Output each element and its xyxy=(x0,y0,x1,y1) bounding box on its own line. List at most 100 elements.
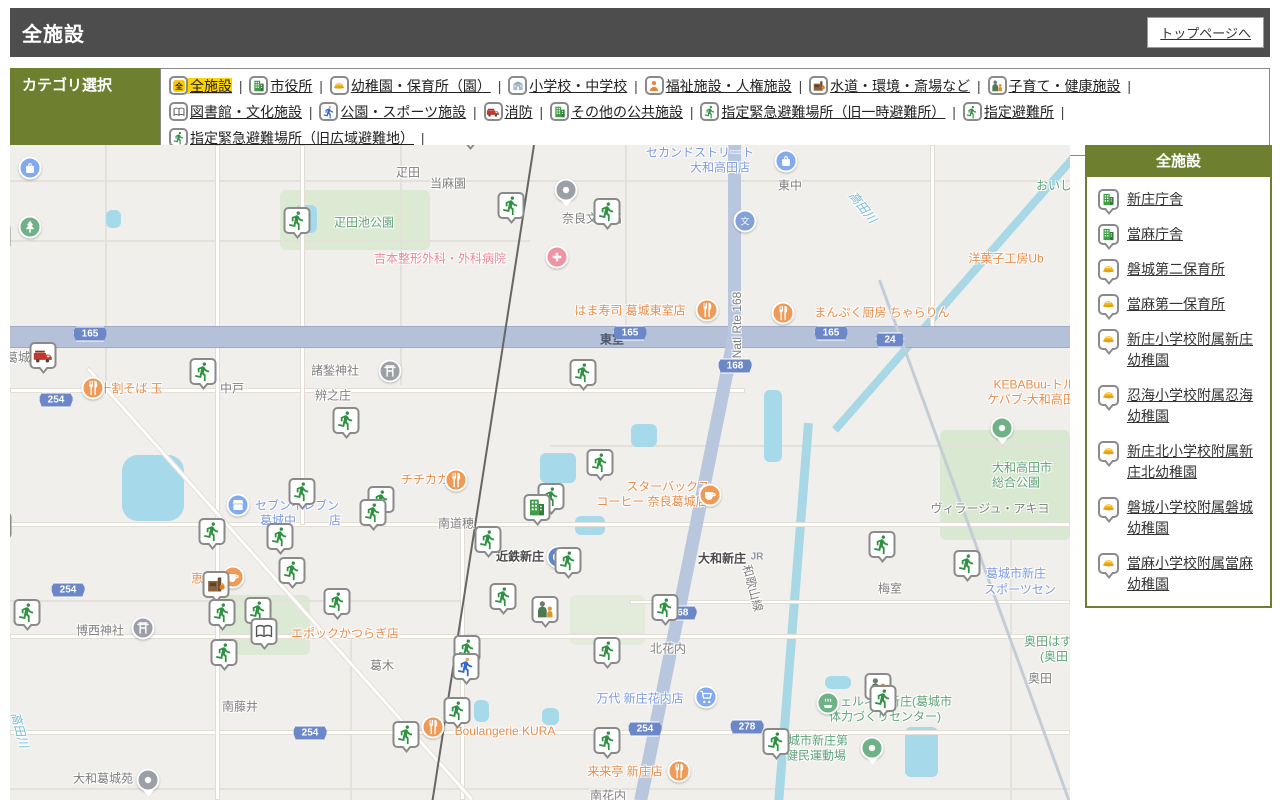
facility-link[interactable]: 磐城第二保育所 xyxy=(1127,261,1225,277)
category-label: 市役所 xyxy=(270,78,312,94)
map-marker-runner[interactable] xyxy=(10,223,11,250)
map-marker-runner[interactable] xyxy=(190,358,217,385)
map-label: はま寿司 葛城東室店 xyxy=(574,302,685,319)
category-separator: | xyxy=(1124,78,1132,94)
map-marker-runner[interactable] xyxy=(555,547,582,574)
map-marker-runner[interactable] xyxy=(267,523,294,550)
map-marker-runner[interactable] xyxy=(869,531,896,558)
map-label: まんぷく厨房 ちゃらりん xyxy=(814,304,949,321)
facility-list-item: 新庄庁舎 xyxy=(1097,189,1262,210)
poi-hospital-icon xyxy=(546,246,569,269)
map-marker-runner[interactable] xyxy=(284,207,311,234)
school-icon xyxy=(508,76,527,95)
category-separator: | xyxy=(469,104,480,120)
route-shield-254: 254 xyxy=(293,726,328,741)
map-marker-runner[interactable] xyxy=(954,550,981,577)
category-label: 指定緊急避難場所（旧広域避難地） xyxy=(190,130,414,146)
map-marker-runner[interactable] xyxy=(14,599,41,626)
map-marker-building[interactable] xyxy=(10,512,12,539)
category-link-building-1[interactable]: 市役所 xyxy=(249,78,312,94)
page-title: 全施設 xyxy=(22,18,85,47)
poi-pin-icon xyxy=(991,417,1014,440)
map-marker-runner[interactable] xyxy=(279,557,306,584)
map-marker-furnace[interactable] xyxy=(203,571,230,598)
facility-link[interactable]: 磐城小学校附属磐城幼稚園 xyxy=(1127,499,1253,536)
map-marker-runner[interactable] xyxy=(490,583,517,610)
poi-pin-icon xyxy=(861,737,884,760)
category-link-family-6[interactable]: 子育て・健康施設 xyxy=(988,78,1121,94)
poi-pin-icon xyxy=(137,769,160,792)
map-label: 諸鍫神社 xyxy=(311,362,359,379)
svg-text:全: 全 xyxy=(174,80,183,90)
category-link-school-3[interactable]: 小学校・中学校 xyxy=(508,78,627,94)
category-separator: | xyxy=(1057,104,1065,120)
map-marker-runner[interactable] xyxy=(199,518,226,545)
facility-link[interactable]: 當麻庁舎 xyxy=(1127,226,1183,242)
map-marker-runner[interactable] xyxy=(209,599,236,626)
facility-link[interactable]: 新庄北小学校附属新庄北幼稚園 xyxy=(1127,443,1253,480)
map-label: 東中 xyxy=(778,177,802,194)
category-link-book-7[interactable]: 図書館・文化施設 xyxy=(169,104,302,120)
category-label: 図書館・文化施設 xyxy=(190,104,302,120)
poi-schooltxt-icon: 文 xyxy=(734,210,757,233)
facility-map[interactable]: セカンドストリート大和高田店疋田当麻園東中おいし高田川奈良文化高疋田池公園吉本整… xyxy=(10,145,1070,800)
category-link-runner-11[interactable]: 指定緊急避難場所（旧一時避難所） xyxy=(700,104,945,120)
category-label: その他の公共施設 xyxy=(571,104,683,120)
category-link-firetruck-9[interactable]: 消防 xyxy=(484,104,533,120)
map-marker-runner[interactable] xyxy=(324,588,351,615)
map-label: 博西神社 xyxy=(76,622,124,639)
facility-link[interactable]: 新庄小学校附属新庄幼稚園 xyxy=(1127,331,1253,368)
map-marker-runner[interactable] xyxy=(570,359,597,386)
map-label: 葛城市新庄 xyxy=(986,565,1046,582)
poi-fork-icon xyxy=(82,377,105,400)
map-marker-runner[interactable] xyxy=(333,407,360,434)
facility-list-item: 忍海小学校附属忍海幼稚園 xyxy=(1097,385,1262,427)
map-label: コーヒー 奈良葛城店 xyxy=(596,493,707,510)
category-link-furnace-5[interactable]: 水道・環境・斎場など xyxy=(809,78,970,94)
map-label: 和歌山線 xyxy=(739,563,768,614)
route-shield-168: 168 xyxy=(718,359,753,374)
map-marker-runner[interactable] xyxy=(444,697,471,724)
hat-icon xyxy=(1098,385,1119,406)
map-marker-family[interactable] xyxy=(532,596,559,623)
category-link-hat-2[interactable]: 幼稚園・保育所（園） xyxy=(330,78,491,94)
facility-list-item: 新庄小学校附属新庄幼稚園 xyxy=(1097,329,1262,371)
category-link-sports-8[interactable]: 公園・スポーツ施設 xyxy=(319,104,466,120)
map-marker-runner[interactable] xyxy=(594,198,621,225)
map-marker-runner[interactable] xyxy=(870,685,897,712)
facility-link[interactable]: 當麻小学校附属當麻幼稚園 xyxy=(1127,555,1253,592)
category-link-building-10[interactable]: その他の公共施設 xyxy=(550,104,683,120)
category-link-runner-12[interactable]: 指定避難所 xyxy=(963,104,1054,120)
facility-list-item: 新庄北小学校附属新庄北幼稚園 xyxy=(1097,441,1262,483)
map-marker-runner[interactable] xyxy=(289,478,316,505)
map-marker-runner[interactable] xyxy=(594,637,621,664)
map-marker-runner[interactable] xyxy=(360,499,387,526)
map-marker-runner[interactable] xyxy=(652,594,679,621)
map-marker-runner[interactable] xyxy=(393,721,420,748)
map-marker-runner[interactable] xyxy=(594,727,621,754)
category-link-person-4[interactable]: 福祉施設・人権施設 xyxy=(645,78,792,94)
map-marker-book[interactable] xyxy=(251,618,278,645)
map-marker-runner[interactable] xyxy=(587,449,614,476)
map-label: 吉本整形外科・外科病院 xyxy=(374,250,506,267)
category-link-all-0[interactable]: 全全施設 xyxy=(169,78,232,94)
facility-link[interactable]: 忍海小学校附属忍海幼稚園 xyxy=(1127,387,1253,424)
map-marker-runner[interactable] xyxy=(763,728,790,755)
map-marker-runner[interactable] xyxy=(211,639,238,666)
facility-link[interactable]: 當麻第一保育所 xyxy=(1127,296,1225,312)
map-marker-runner[interactable] xyxy=(498,192,525,219)
furnace-icon xyxy=(809,76,828,95)
map-label: 南道穂 xyxy=(438,515,474,532)
top-page-link[interactable]: トップページへ xyxy=(1147,17,1264,48)
route-shield-254: 254 xyxy=(51,583,86,598)
map-marker-firetruck[interactable] xyxy=(30,342,57,369)
category-label: 福祉施設・人権施設 xyxy=(666,78,792,94)
map-marker-sports[interactable] xyxy=(453,653,480,680)
facility-list-item: 當麻小学校附属當麻幼稚園 xyxy=(1097,553,1262,595)
map-marker-runner[interactable] xyxy=(475,526,502,553)
map-marker-building[interactable] xyxy=(524,494,551,521)
facility-link[interactable]: 新庄庁舎 xyxy=(1127,191,1183,207)
map-label: 梅室 xyxy=(878,580,902,597)
map-road xyxy=(10,634,1070,639)
category-link-runner-13[interactable]: 指定緊急避難場所（旧広域避難地） xyxy=(169,130,414,146)
